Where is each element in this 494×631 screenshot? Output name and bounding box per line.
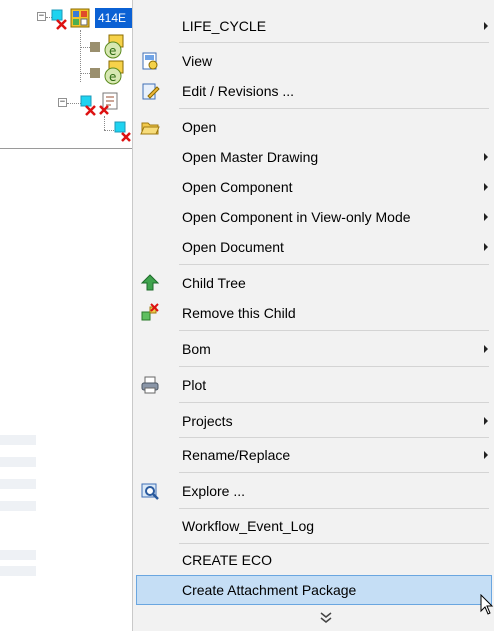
submenu-arrow-icon — [484, 451, 488, 459]
menu-item-explore[interactable]: Explore ... — [136, 477, 492, 505]
menu-item-rename-replace[interactable]: Rename/Replace — [136, 441, 492, 469]
menu-item-view[interactable]: View — [136, 47, 492, 75]
context-menu: LIFE_CYCLE View Edit / Revisions ... Ope… — [132, 0, 494, 631]
svg-text:e: e — [109, 70, 116, 84]
menu-item-open-document[interactable]: Open Document — [136, 233, 492, 261]
menu-item-label: CREATE ECO — [182, 552, 272, 568]
menu-separator — [179, 42, 489, 43]
menu-separator — [179, 264, 489, 265]
menu-item-label: View — [182, 53, 213, 69]
menu-separator — [179, 508, 489, 509]
assembly-icon — [70, 8, 90, 28]
submenu-arrow-icon — [484, 213, 488, 221]
menu-separator — [179, 402, 489, 403]
submenu-arrow-icon — [484, 345, 488, 353]
child-tree-icon — [140, 274, 160, 291]
view-icon — [142, 52, 158, 70]
background-panel — [0, 501, 36, 511]
menu-item-label: Remove this Child — [182, 305, 296, 321]
menu-item-label: Workflow_Event_Log — [182, 518, 315, 534]
menu-item-label: Edit / Revisions ... — [182, 83, 295, 99]
menu-item-label: Bom — [182, 341, 211, 357]
submenu-arrow-icon — [484, 243, 488, 251]
menu-item-create-eco[interactable]: CREATE ECO — [136, 546, 492, 574]
menu-item-label: Open Component — [182, 179, 293, 195]
double-chevron-down-icon[interactable] — [316, 611, 336, 625]
menu-item-label: Open — [182, 119, 217, 135]
document-e-icon: e — [104, 34, 124, 59]
submenu-arrow-icon — [484, 417, 488, 425]
background-panel — [0, 435, 36, 445]
menu-item-label: Child Tree — [182, 275, 246, 291]
drawing-icon — [99, 92, 118, 115]
tree-view: − 414E e e − — [0, 0, 135, 631]
tree-node-root-label[interactable]: 414E — [95, 8, 135, 28]
menu-separator — [179, 437, 489, 438]
menu-item-label: Projects — [182, 413, 233, 429]
status-cross-icon — [51, 9, 67, 30]
submenu-arrow-icon — [484, 153, 488, 161]
status-cross-icon — [114, 121, 131, 142]
menu-item-open-component-view-only[interactable]: Open Component in View-only Mode — [136, 203, 492, 231]
menu-item-open-master-drawing[interactable]: Open Master Drawing — [136, 143, 492, 171]
part-square-icon — [90, 68, 100, 78]
submenu-arrow-icon — [484, 183, 488, 191]
menu-separator — [179, 330, 489, 331]
collapse-toggle[interactable]: − — [37, 12, 46, 21]
menu-item-bom[interactable]: Bom — [136, 335, 492, 363]
printer-icon — [141, 376, 159, 394]
menu-item-remove-this-child[interactable]: Remove this Child — [136, 299, 492, 327]
part-square-icon — [90, 42, 100, 52]
menu-item-label: Create Attachment Package — [182, 582, 357, 598]
menu-item-open-component[interactable]: Open Component — [136, 173, 492, 201]
collapse-toggle[interactable]: − — [58, 98, 67, 107]
submenu-arrow-icon — [484, 22, 488, 30]
mouse-cursor-icon — [480, 594, 494, 615]
menu-item-label: Open Document — [182, 239, 284, 255]
menu-item-life-cycle[interactable]: LIFE_CYCLE — [136, 12, 492, 40]
menu-separator — [179, 108, 489, 109]
menu-item-workflow-event-log[interactable]: Workflow_Event_Log — [136, 512, 492, 540]
open-folder-icon — [140, 122, 160, 135]
document-e-icon: e — [104, 60, 124, 85]
menu-item-child-tree[interactable]: Child Tree — [136, 269, 492, 297]
background-panel — [0, 479, 36, 489]
remove-child-icon — [141, 303, 159, 321]
background-panel — [0, 550, 36, 560]
edit-icon — [142, 83, 160, 100]
background-panel — [0, 566, 36, 576]
menu-item-label: Explore ... — [182, 483, 246, 499]
menu-item-label: Open Master Drawing — [182, 149, 319, 165]
menu-item-open[interactable]: Open — [136, 113, 492, 141]
status-cross-icon — [80, 95, 96, 116]
menu-separator — [179, 543, 489, 544]
background-panel — [0, 457, 36, 467]
menu-item-label: Plot — [182, 377, 207, 393]
menu-item-label: LIFE_CYCLE — [182, 18, 267, 34]
panel-divider — [0, 148, 132, 149]
menu-item-label: Open Component in View-only Mode — [182, 209, 411, 225]
menu-separator — [179, 366, 489, 367]
menu-item-edit-revisions[interactable]: Edit / Revisions ... — [136, 77, 492, 105]
menu-separator — [179, 472, 489, 473]
svg-text:e: e — [109, 44, 116, 58]
menu-item-plot[interactable]: Plot — [136, 371, 492, 399]
menu-item-label: Rename/Replace — [182, 447, 291, 463]
menu-item-projects[interactable]: Projects — [136, 407, 492, 435]
explore-icon — [141, 483, 159, 500]
menu-item-create-attachment-package[interactable]: Create Attachment Package — [136, 575, 492, 605]
